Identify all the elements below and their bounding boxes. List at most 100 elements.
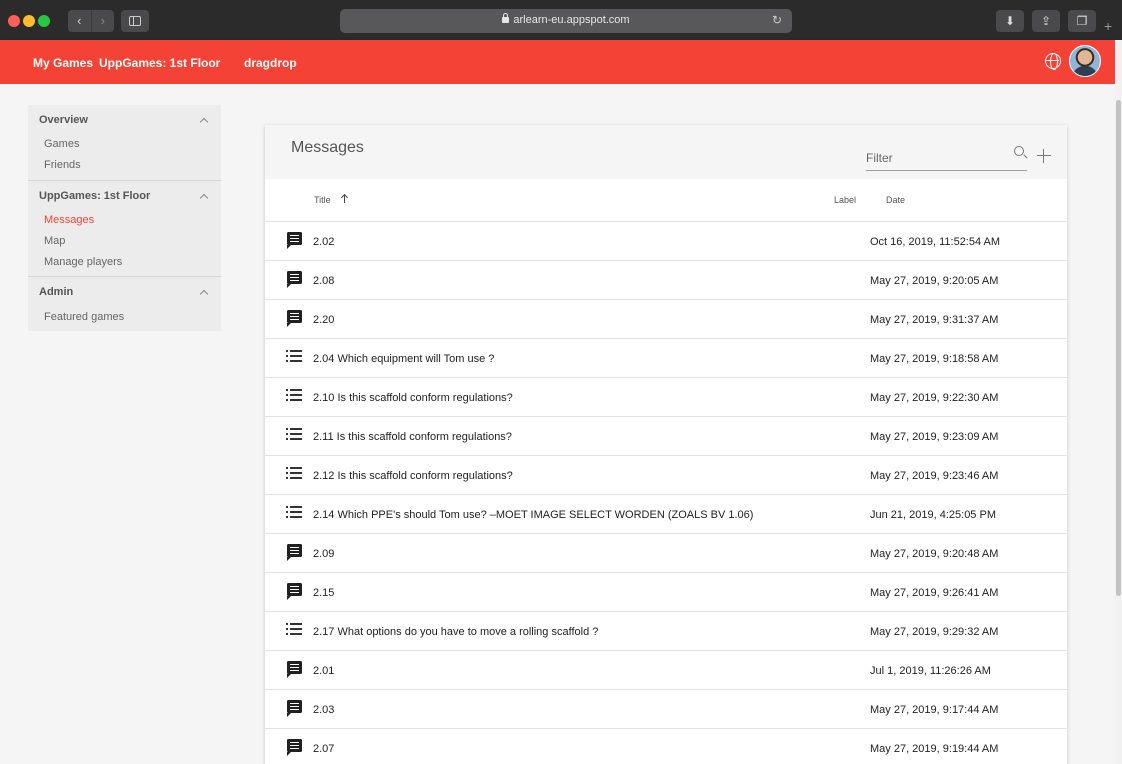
message-title[interactable]: 2.11 Is this scaffold conform regulation… [313,431,512,443]
lock-icon [502,13,510,23]
table-row[interactable]: 2.04 Which equipment will Tom use ? May 2… [265,338,1067,377]
section-admin[interactable]: Admin [39,286,73,298]
sidebar-item-featured-games[interactable]: Featured games [44,311,124,323]
page-scrollbar[interactable] [1115,40,1122,764]
table-row[interactable]: 2.11 Is this scaffold conform regulation… [265,416,1067,455]
message-title[interactable]: 2.17 What options do you have to move a … [313,626,598,638]
app-header: My Games UppGames: 1st Floor dragdrop [0,40,1115,84]
search-icon[interactable] [1014,146,1024,156]
section-overview[interactable]: Overview [39,114,88,126]
add-message-button[interactable] [1037,149,1051,163]
table-row[interactable]: 2.07 May 27, 2019, 9:19:44 AM [265,728,1067,764]
page-title: Messages [291,139,364,156]
list-icon [286,623,302,635]
tabs-icon: ❐ [1076,14,1088,28]
chevron-up-icon[interactable] [199,289,209,299]
section-uppgames[interactable]: UppGames: 1st Floor [39,190,150,202]
chevron-up-icon[interactable] [199,117,209,127]
message-date: May 27, 2019, 9:26:41 AM [870,587,999,599]
message-title[interactable]: 2.20 [313,314,334,326]
avatar[interactable] [1069,45,1101,77]
table-row[interactable]: 2.14 Which PPE's should Tom use? –MOET I… [265,494,1067,533]
back-button[interactable]: ‹ [68,10,91,32]
message-date: May 27, 2019, 9:20:05 AM [870,275,999,287]
message-date: May 27, 2019, 9:22:30 AM [870,392,999,404]
history-nav: ‹ › [68,10,114,32]
message-icon [287,739,302,756]
share-icon: ⇪ [1040,14,1052,28]
list-icon [286,428,302,440]
sidebar-item-map[interactable]: Map [44,235,65,247]
nav-my-games[interactable]: My Games [33,56,93,70]
list-icon [286,506,302,518]
sort-arrow-up-icon[interactable] [341,193,349,203]
table-row[interactable]: 2.01 Jul 1, 2019, 11:26:26 AM [265,650,1067,689]
message-title[interactable]: 2.03 [313,704,334,716]
table-row[interactable]: 2.03 May 27, 2019, 9:17:44 AM [265,689,1067,728]
list-icon [286,467,302,479]
column-header-title[interactable]: Title [314,195,331,205]
message-title[interactable]: 2.15 [313,587,334,599]
table-row[interactable]: 2.08 May 27, 2019, 9:20:05 AM [265,260,1067,299]
sidebar-toggle-button[interactable] [121,10,149,32]
nav-dragdrop[interactable]: dragdrop [244,56,297,70]
message-title[interactable]: 2.10 Is this scaffold conform regulation… [313,392,513,404]
sidebar-item-messages[interactable]: Messages [44,214,94,226]
downloads-button[interactable]: ⬇ [996,10,1024,32]
reload-button[interactable]: ↻ [772,13,782,27]
filter-input[interactable]: Filter [866,149,1027,171]
browser-toolbar: ‹ › arlearn-eu.appspot.com ↻ ⬇ ⇪ ❐ + [0,0,1122,40]
column-header-label[interactable]: Label [834,195,856,205]
list-icon [286,350,302,362]
table-row[interactable]: 2.15 May 27, 2019, 9:26:41 AM [265,572,1067,611]
message-icon [287,700,302,717]
card-header: Messages Filter [265,125,1067,179]
globe-icon[interactable] [1045,53,1061,70]
tab-overview-button[interactable]: ❐ [1068,10,1096,32]
zoom-window-button[interactable] [38,15,50,27]
message-icon [287,232,302,249]
message-date: May 27, 2019, 9:29:32 AM [870,626,999,638]
message-title[interactable]: 2.02 [313,236,334,248]
sidebar-icon [129,16,141,26]
message-icon [287,661,302,678]
page-body: Overview Games Friends UppGames: 1st Flo… [0,84,1115,764]
message-date: Oct 16, 2019, 11:52:54 AM [870,236,1001,248]
message-title[interactable]: 2.08 [313,275,334,287]
address-bar[interactable]: arlearn-eu.appspot.com ↻ [340,9,792,33]
new-tab-button[interactable]: + [1104,18,1112,34]
sidebar-item-friends[interactable]: Friends [44,159,81,171]
message-title[interactable]: 2.09 [313,548,334,560]
chevron-up-icon[interactable] [199,193,209,203]
minimize-window-button[interactable] [23,15,35,27]
table-row[interactable]: 2.09 May 27, 2019, 9:20:48 AM [265,533,1067,572]
message-date: May 27, 2019, 9:19:44 AM [870,743,999,755]
message-date: Jun 21, 2019, 4:25:05 PM [870,509,996,521]
message-date: May 27, 2019, 9:17:44 AM [870,704,999,716]
scrollbar-thumb[interactable] [1116,100,1121,596]
table-row[interactable]: 2.17 What options do you have to move a … [265,611,1067,650]
address-display: arlearn-eu.appspot.com [340,13,792,26]
message-icon [287,583,302,600]
column-header-date[interactable]: Date [886,195,905,205]
divider [28,276,221,277]
table-row[interactable]: 2.12 Is this scaffold conform regulation… [265,455,1067,494]
message-title[interactable]: 2.01 [313,665,334,677]
table-row[interactable]: 2.10 Is this scaffold conform regulation… [265,377,1067,416]
message-title[interactable]: 2.12 Is this scaffold conform regulation… [313,470,513,482]
table-row[interactable]: 2.02 Oct 16, 2019, 11:52:54 AM [265,221,1067,260]
nav-uppgames[interactable]: UppGames: 1st Floor [99,56,220,70]
message-date: May 27, 2019, 9:23:09 AM [870,431,999,443]
sidebar-item-manage-players[interactable]: Manage players [44,256,122,268]
message-icon [287,310,302,327]
message-title[interactable]: 2.14 Which PPE's should Tom use? –MOET I… [313,509,753,521]
message-date: May 27, 2019, 9:20:48 AM [870,548,999,560]
share-button[interactable]: ⇪ [1032,10,1060,32]
message-title[interactable]: 2.07 [313,743,334,755]
close-window-button[interactable] [8,15,20,27]
forward-button[interactable]: › [90,10,115,32]
message-title[interactable]: 2.04 Which equipment will Tom use ? [313,353,494,365]
url-text: arlearn-eu.appspot.com [513,14,630,26]
table-row[interactable]: 2.20 May 27, 2019, 9:31:37 AM [265,299,1067,338]
sidebar-item-games[interactable]: Games [44,138,79,150]
